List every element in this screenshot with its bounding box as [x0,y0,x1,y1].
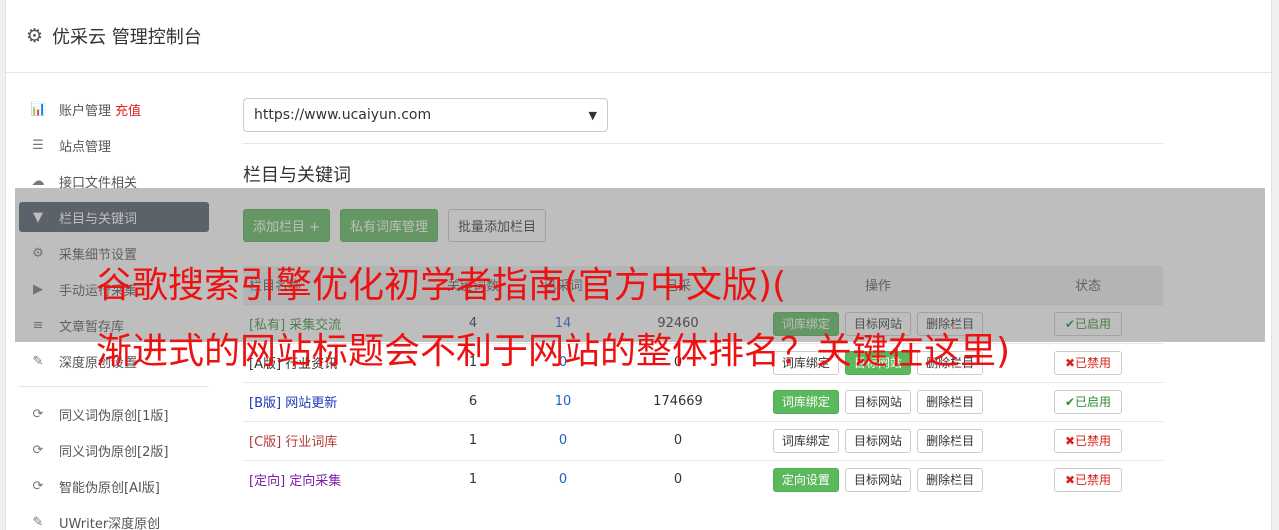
status-label: 已禁用 [1075,472,1112,487]
column-name: 网站更新 [285,396,338,411]
actions-cell: 定向设置 目标网站 删除栏目 [743,459,1013,499]
sidebar-item-account[interactable]: 📊 账户管理 充值 [19,94,209,124]
page-title: 优采云 管理控制台 [52,27,202,48]
sidebar-item-label: 账户管理 [59,103,112,119]
column-name-cell[interactable]: [C版] 行业词库 [243,420,433,460]
sidebar-item-label: 同义词伪原创[1版] [59,408,169,424]
table-row: [B版] 网站更新 6 10 174669 词库绑定 目标网站 删除栏目 ✔已启… [243,381,1163,421]
column-tag: [定向] [249,474,286,490]
delete-column-button[interactable]: 删除栏目 [917,389,984,414]
sidebar-item-ai-original[interactable]: ⟳ 智能伪原创[AI版] [19,471,209,501]
sidebar-item-label: 站点管理 [59,139,112,155]
sidebar-divider [19,386,209,387]
status-toggle[interactable]: ✔已启用 [1053,389,1123,414]
keyword-count: 1 [433,459,513,499]
collected-word-count[interactable]: 0 [513,420,613,460]
table-row: [C版] 行业词库 1 0 0 词库绑定 目标网站 删除栏目 ✖已禁用 [243,420,1163,460]
sidebar-item-label: 同义词伪原创[2版] [59,444,169,460]
sidebar-item-label: UWriter深度原创 [59,516,161,530]
sidebar-item-label: 智能伪原创[AI版] [59,480,160,496]
refresh-icon: ⟳ [32,478,44,494]
site-select-value: https://www.ucaiyun.com [254,107,432,123]
collected-word-count[interactable]: 0 [513,459,613,499]
status-cell: ✖已禁用 [1013,420,1163,460]
keyword-count: 6 [433,381,513,421]
cloud-upload-icon: ☁ [31,173,45,189]
lib-bind-button[interactable]: 词库绑定 [772,428,839,453]
collected-count: 0 [613,459,743,499]
divider [243,143,1163,144]
gear-icon: ⚙ [26,25,44,47]
column-name-cell[interactable]: [定向] 定向采集 [243,459,433,499]
column-name: 定向采集 [289,474,342,490]
lib-bind-button[interactable]: 词库绑定 [772,389,839,414]
refresh-icon: ⟳ [32,406,44,422]
delete-column-button[interactable]: 删除栏目 [917,428,984,453]
status-cell: ✔已启用 [1013,381,1163,421]
check-icon: ✔ [1064,394,1076,409]
status-label: 已禁用 [1075,355,1112,370]
column-tag: [B版] [249,396,282,411]
column-name-cell[interactable]: [B版] 网站更新 [243,381,433,421]
keyword-count: 1 [433,420,513,460]
close-icon: ✖ [1064,433,1076,448]
status-cell: ✖已禁用 [1013,342,1163,382]
status-cell: ✖已禁用 [1013,459,1163,499]
refresh-icon: ⟳ [32,442,44,458]
section-title: 栏目与关键词 [243,165,351,186]
table-row: [定向] 定向采集 1 0 0 定向设置 目标网站 删除栏目 ✖已禁用 [243,459,1163,499]
collected-word-count[interactable]: 10 [513,381,613,421]
status-toggle[interactable]: ✖已禁用 [1053,467,1123,492]
status-toggle[interactable]: ✖已禁用 [1053,428,1123,453]
close-icon: ✖ [1064,472,1076,487]
header: ⚙ 优采云 管理控制台 [6,0,1271,73]
collected-count: 174669 [613,381,743,421]
close-icon: ✖ [1064,355,1076,370]
directed-settings-button[interactable]: 定向设置 [772,467,839,492]
site-select[interactable]: https://www.ucaiyun.com ▼ [243,98,608,132]
recharge-link[interactable]: 充值 [115,100,141,119]
status-label: 已启用 [1075,394,1112,409]
edit-icon: ✎ [32,514,44,530]
status-label: 已禁用 [1075,433,1112,448]
actions-cell: 词库绑定 目标网站 删除栏目 [743,420,1013,460]
target-site-button[interactable]: 目标网站 [844,428,911,453]
sidebar-item-uwriter[interactable]: ✎ UWriter深度原创 [19,507,209,530]
status-toggle[interactable]: ✖已禁用 [1053,350,1123,375]
actions-cell: 词库绑定 目标网站 删除栏目 [743,381,1013,421]
edit-icon: ✎ [32,353,44,369]
target-site-button[interactable]: 目标网站 [844,389,911,414]
sidebar-item-sites[interactable]: ☰ 站点管理 [19,130,209,160]
watermark-line-2: 渐进式的网站标题会不利于网站的整体排名？关键在这里) [96,331,1011,372]
delete-column-button[interactable]: 删除栏目 [917,467,984,492]
collected-count: 0 [613,420,743,460]
chevron-down-icon: ▼ [588,108,597,122]
chart-icon: 📊 [30,101,47,117]
column-tag: [C版] [249,435,282,450]
sidebar-item-synonym-v2[interactable]: ⟳ 同义词伪原创[2版] [19,435,209,465]
watermark-line-1: 谷歌搜索引擎优化初学者指南(官方中文版)( [96,265,787,306]
target-site-button[interactable]: 目标网站 [844,467,911,492]
column-name: 行业词库 [285,435,338,450]
server-icon: ☰ [32,137,44,153]
sidebar-item-synonym-v1[interactable]: ⟳ 同义词伪原创[1版] [19,399,209,429]
